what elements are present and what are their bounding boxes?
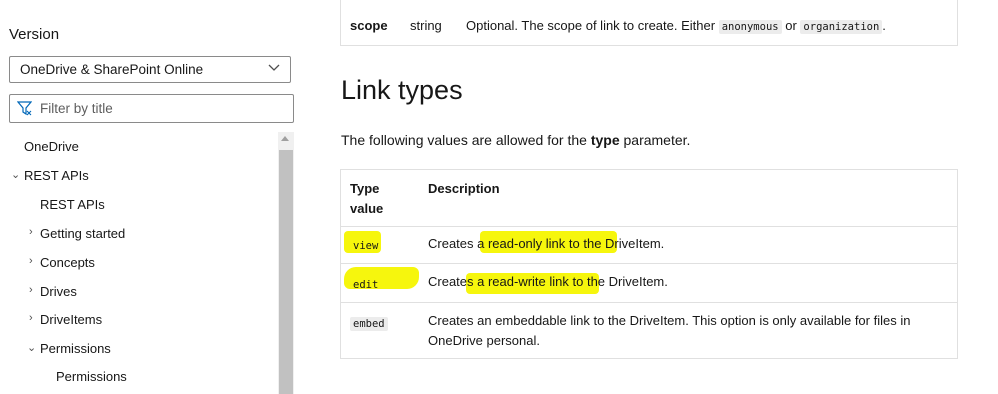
main-content: scope string Optional. The scope of link…	[340, 0, 980, 394]
code-embed: embed	[350, 317, 388, 331]
type-value-embed: embed	[350, 315, 388, 331]
desc-embed-line2: OneDrive personal.	[428, 333, 540, 348]
chevron-right-icon[interactable]: ›	[29, 312, 33, 324]
parameters-table: scope string Optional. The scope of link…	[340, 0, 958, 46]
chevron-down-icon[interactable]: ⌄	[11, 168, 20, 181]
header-description: Description	[428, 181, 500, 196]
intro-suffix: parameter.	[623, 132, 691, 148]
link-types-table: Type value Description view Creates a re…	[340, 169, 958, 359]
intro-text: The following values are allowed for the…	[341, 132, 690, 148]
scrollbar-thumb[interactable]	[279, 150, 293, 394]
row-divider	[341, 302, 957, 303]
chevron-right-icon[interactable]: ›	[29, 284, 33, 296]
chevron-down-icon	[268, 64, 280, 71]
row-divider	[341, 263, 957, 264]
section-heading: Link types	[341, 75, 463, 105]
type-value-view: view	[350, 237, 381, 252]
type-value-edit: edit	[350, 276, 381, 291]
param-type: string	[410, 18, 442, 33]
nav-item-rest-apis-child[interactable]: REST APIs	[40, 197, 105, 212]
desc-embed-line1: Creates an embeddable link to the DriveI…	[428, 313, 911, 328]
header-type: Type	[350, 181, 380, 196]
nav-item-permissions-child[interactable]: Permissions	[56, 369, 127, 384]
filter-input[interactable]: Filter by title	[9, 94, 294, 123]
param-desc-or: or	[785, 18, 797, 33]
chevron-right-icon[interactable]: ›	[29, 255, 33, 267]
param-desc-suffix: .	[882, 18, 886, 33]
version-select[interactable]: OneDrive & SharePoint Online	[9, 56, 291, 83]
filter-placeholder: Filter by title	[40, 101, 113, 116]
param-description: Optional. The scope of link to create. E…	[466, 18, 886, 34]
version-select-value: OneDrive & SharePoint Online	[20, 62, 204, 77]
nav-item-rest-apis[interactable]: REST APIs	[24, 168, 89, 183]
intro-prefix: The following values are allowed for the	[341, 132, 587, 148]
code-organization: organization	[800, 20, 883, 34]
row-divider	[341, 226, 957, 227]
nav-item-onedrive[interactable]: OneDrive	[24, 139, 79, 154]
nav-item-drives[interactable]: Drives	[40, 284, 77, 299]
version-label: Version	[9, 26, 60, 43]
nav-item-concepts[interactable]: Concepts	[40, 255, 95, 270]
desc-edit: Creates a read-write link to the DriveIt…	[428, 274, 668, 289]
intro-bold: type	[590, 132, 620, 148]
sidebar: Version OneDrive & SharePoint Online Fil…	[0, 0, 300, 394]
param-desc-text: Optional. The scope of link to create. E…	[466, 18, 716, 33]
code-edit: edit	[353, 279, 379, 291]
nav-item-getting-started[interactable]: Getting started	[40, 226, 125, 241]
scroll-up-arrow-icon[interactable]	[281, 136, 289, 141]
param-name: scope	[350, 18, 388, 33]
filter-icon	[17, 101, 32, 116]
chevron-down-icon[interactable]: ⌄	[27, 341, 36, 354]
code-view: view	[353, 240, 379, 252]
header-value: value	[350, 201, 384, 216]
chevron-right-icon[interactable]: ›	[29, 226, 33, 238]
desc-view: Creates a read-only link to the DriveIte…	[428, 236, 665, 251]
code-anonymous: anonymous	[718, 20, 782, 34]
nav-item-permissions[interactable]: Permissions	[40, 341, 111, 356]
nav-item-driveitems[interactable]: DriveItems	[40, 312, 102, 327]
